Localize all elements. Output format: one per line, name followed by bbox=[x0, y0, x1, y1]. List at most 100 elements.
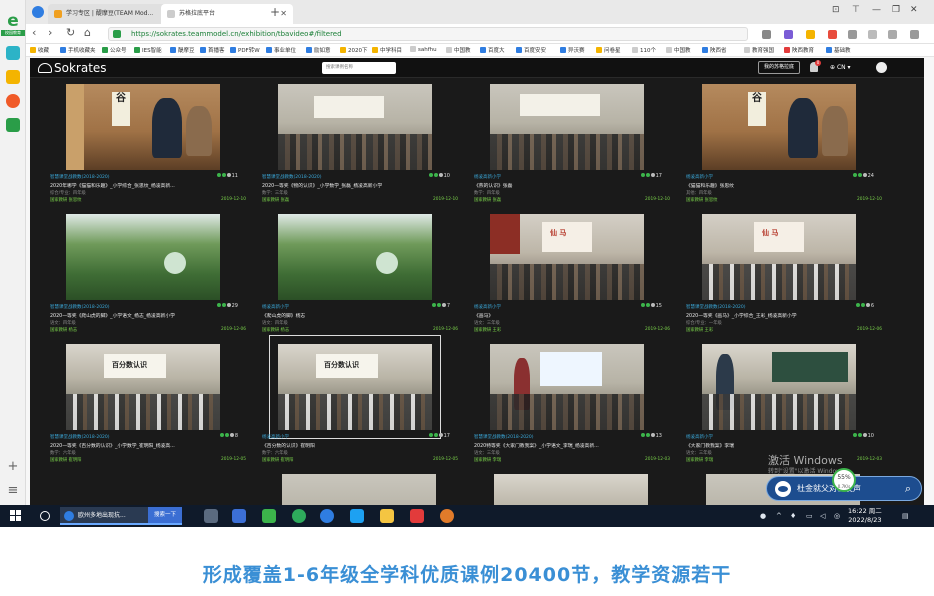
reload-icon[interactable]: ↻ bbox=[66, 26, 75, 39]
site-logo[interactable]: Sokrates bbox=[38, 60, 107, 76]
wps-icon[interactable] bbox=[410, 509, 424, 523]
app-icon[interactable] bbox=[320, 509, 334, 523]
bookmark-item[interactable]: 中国教 bbox=[446, 46, 471, 54]
folder-icon[interactable] bbox=[380, 509, 394, 523]
shirt-icon[interactable]: ⊤ bbox=[852, 5, 860, 15]
windows-start-icon[interactable] bbox=[10, 510, 22, 522]
task-search-button[interactable]: 搜索一下 bbox=[148, 507, 182, 523]
video-thumbnail[interactable] bbox=[702, 344, 856, 430]
card-title[interactable]: 2020一等奖《物的认识》_小学数学_张磊_杨凌高新小学 bbox=[262, 182, 452, 189]
bookmark-item[interactable]: 首播客 bbox=[200, 46, 225, 54]
undo-icon[interactable] bbox=[888, 30, 897, 39]
search-icon[interactable]: ⌕ bbox=[905, 482, 911, 496]
volume-icon[interactable]: ◁ bbox=[820, 512, 825, 520]
chevron-up-icon[interactable]: ^ bbox=[776, 512, 782, 520]
card-title[interactable]: 《大家门教我案》李瑞 bbox=[686, 442, 876, 449]
browser-nav-icon[interactable] bbox=[32, 6, 44, 18]
tile-icon[interactable]: ⊡ bbox=[832, 5, 840, 15]
app-icon[interactable] bbox=[350, 509, 364, 523]
shield-icon[interactable] bbox=[806, 30, 815, 39]
settings-icon[interactable] bbox=[868, 30, 877, 39]
bookmark-item[interactable]: IES智能 bbox=[134, 46, 162, 54]
bookmark-item[interactable]: 陕西教育 bbox=[784, 46, 814, 54]
card-title[interactable]: 2020年哪学《猫猫和乐趣》_小学综合_张思纹_杨凌高新... bbox=[50, 182, 240, 189]
video-thumbnail[interactable] bbox=[282, 474, 436, 505]
video-thumbnail[interactable] bbox=[66, 214, 220, 300]
avatar[interactable] bbox=[876, 62, 887, 73]
video-thumbnail[interactable] bbox=[278, 214, 432, 300]
bookmark-item[interactable]: 励如意 bbox=[306, 46, 331, 54]
network-icon[interactable]: ▭ bbox=[806, 512, 813, 520]
bookmark-item[interactable]: 异沃赛 bbox=[560, 46, 585, 54]
bookmark-item[interactable]: 基础教 bbox=[826, 46, 851, 54]
bookmark-item[interactable]: 陕西省 bbox=[702, 46, 727, 54]
bookmark-item[interactable]: PDF转W bbox=[230, 46, 260, 54]
forward-icon[interactable]: › bbox=[48, 26, 52, 39]
tray-icon[interactable]: ♦ bbox=[790, 512, 796, 520]
sidebar-green-icon[interactable] bbox=[6, 118, 20, 132]
weibo-icon[interactable] bbox=[6, 94, 20, 108]
video-thumbnail[interactable] bbox=[494, 474, 648, 505]
sidebar-app-icon[interactable] bbox=[6, 46, 20, 60]
network-speed-gauge[interactable]: 55% 0.7K/s bbox=[832, 468, 856, 492]
url-input[interactable]: https://sokrates.teammodel.cn/exhibition… bbox=[108, 27, 748, 41]
new-tab-button[interactable]: + bbox=[270, 6, 280, 18]
extension-icon[interactable] bbox=[784, 30, 793, 39]
back-icon[interactable]: ‹ bbox=[32, 26, 36, 39]
minimize-icon[interactable]: — bbox=[872, 5, 881, 15]
grid-icon[interactable] bbox=[848, 30, 857, 39]
card-title[interactable]: 《燕的认识》张磊 bbox=[474, 182, 664, 189]
video-thumbnail[interactable]: 谷 bbox=[702, 84, 856, 170]
bookmark-item[interactable]: 手机收藏夹 bbox=[60, 46, 96, 54]
bookmark-item[interactable]: 事业单位 bbox=[266, 46, 296, 54]
bookmark-item[interactable]: 问卷星 bbox=[596, 46, 621, 54]
bookmark-item[interactable]: 教育强国 bbox=[744, 46, 774, 54]
star-icon[interactable] bbox=[6, 70, 20, 84]
bookmark-item[interactable]: 2020下 bbox=[340, 46, 368, 54]
video-thumbnail[interactable]: 谷 bbox=[66, 84, 220, 170]
cortana-icon[interactable] bbox=[40, 511, 50, 521]
card-title[interactable]: 2020一等奖《百分数的认识》_小学数学_崔明阳_杨凌高... bbox=[50, 442, 240, 449]
video-thumbnail[interactable] bbox=[278, 84, 432, 170]
site-search-input[interactable]: 搜索课例名称 bbox=[322, 62, 396, 74]
bookmark-item[interactable]: 醍摩豆 bbox=[170, 46, 195, 54]
taskbar-browser-task[interactable]: 欧州多地出现抗... 搜索一下 bbox=[60, 507, 182, 525]
card-title[interactable]: 《百分数的认识》崔明阳 bbox=[262, 442, 452, 449]
clock[interactable]: 16:22 周二 2022/8/23 bbox=[848, 507, 882, 525]
bookmark-item[interactable]: 110个 bbox=[632, 46, 656, 54]
notification-icon[interactable]: ▤ bbox=[902, 512, 909, 520]
bookmark-item[interactable]: 中学科目 bbox=[372, 46, 402, 54]
video-thumbnail[interactable]: 仙 马 bbox=[490, 214, 644, 300]
bookmark-item[interactable]: 中国教 bbox=[666, 46, 691, 54]
bookmark-item[interactable]: 百度安安 bbox=[516, 46, 546, 54]
video-thumbnail[interactable]: 百分数认识 bbox=[66, 344, 220, 430]
menu-icon[interactable]: ≡ bbox=[6, 484, 20, 498]
card-title[interactable]: 2020一等奖《画马》_小学综合_王彩_杨凌高新小学 bbox=[686, 312, 876, 319]
game-icon[interactable] bbox=[828, 30, 837, 39]
ime-icon[interactable]: ◎ bbox=[834, 512, 840, 520]
bookmark-item[interactable]: 百度大 bbox=[480, 46, 505, 54]
video-thumbnail[interactable]: 仙 马 bbox=[702, 214, 856, 300]
video-thumbnail[interactable] bbox=[490, 84, 644, 170]
card-title[interactable]: 2020特等奖《大家门教我案》_小学语文_李瑞_杨凌高新... bbox=[474, 442, 664, 449]
bookmark-item[interactable]: sahfhu bbox=[410, 46, 437, 53]
restore-icon[interactable]: ❐ bbox=[892, 5, 900, 15]
browser-e-icon[interactable] bbox=[292, 509, 306, 523]
app-icon[interactable] bbox=[232, 509, 246, 523]
card-title[interactable]: 《猫猫和乐趣》张思纹 bbox=[686, 182, 876, 189]
app-icon[interactable] bbox=[204, 509, 218, 523]
close-window-icon[interactable]: ✕ bbox=[910, 5, 918, 15]
close-icon[interactable]: ✕ bbox=[280, 4, 287, 24]
language-selector[interactable]: ⊕ CN ▾ bbox=[830, 62, 851, 73]
video-thumbnail[interactable] bbox=[490, 344, 644, 430]
app-icon[interactable] bbox=[262, 509, 276, 523]
bookmark-item[interactable]: 公众号 bbox=[102, 46, 127, 54]
tray-green-icon[interactable]: ● bbox=[760, 512, 766, 520]
add-icon[interactable]: + bbox=[6, 460, 20, 474]
home-icon[interactable]: ⌂ bbox=[84, 26, 91, 39]
video-thumbnail[interactable]: 百分数认识 bbox=[269, 335, 441, 439]
card-title[interactable]: 《爬山虎的脚》杨志 bbox=[262, 312, 452, 319]
my-platform-button[interactable]: 我的苏格拉底 bbox=[758, 61, 800, 74]
menu-icon[interactable] bbox=[910, 30, 919, 39]
bookmark-item[interactable]: 收藏 bbox=[30, 46, 49, 54]
